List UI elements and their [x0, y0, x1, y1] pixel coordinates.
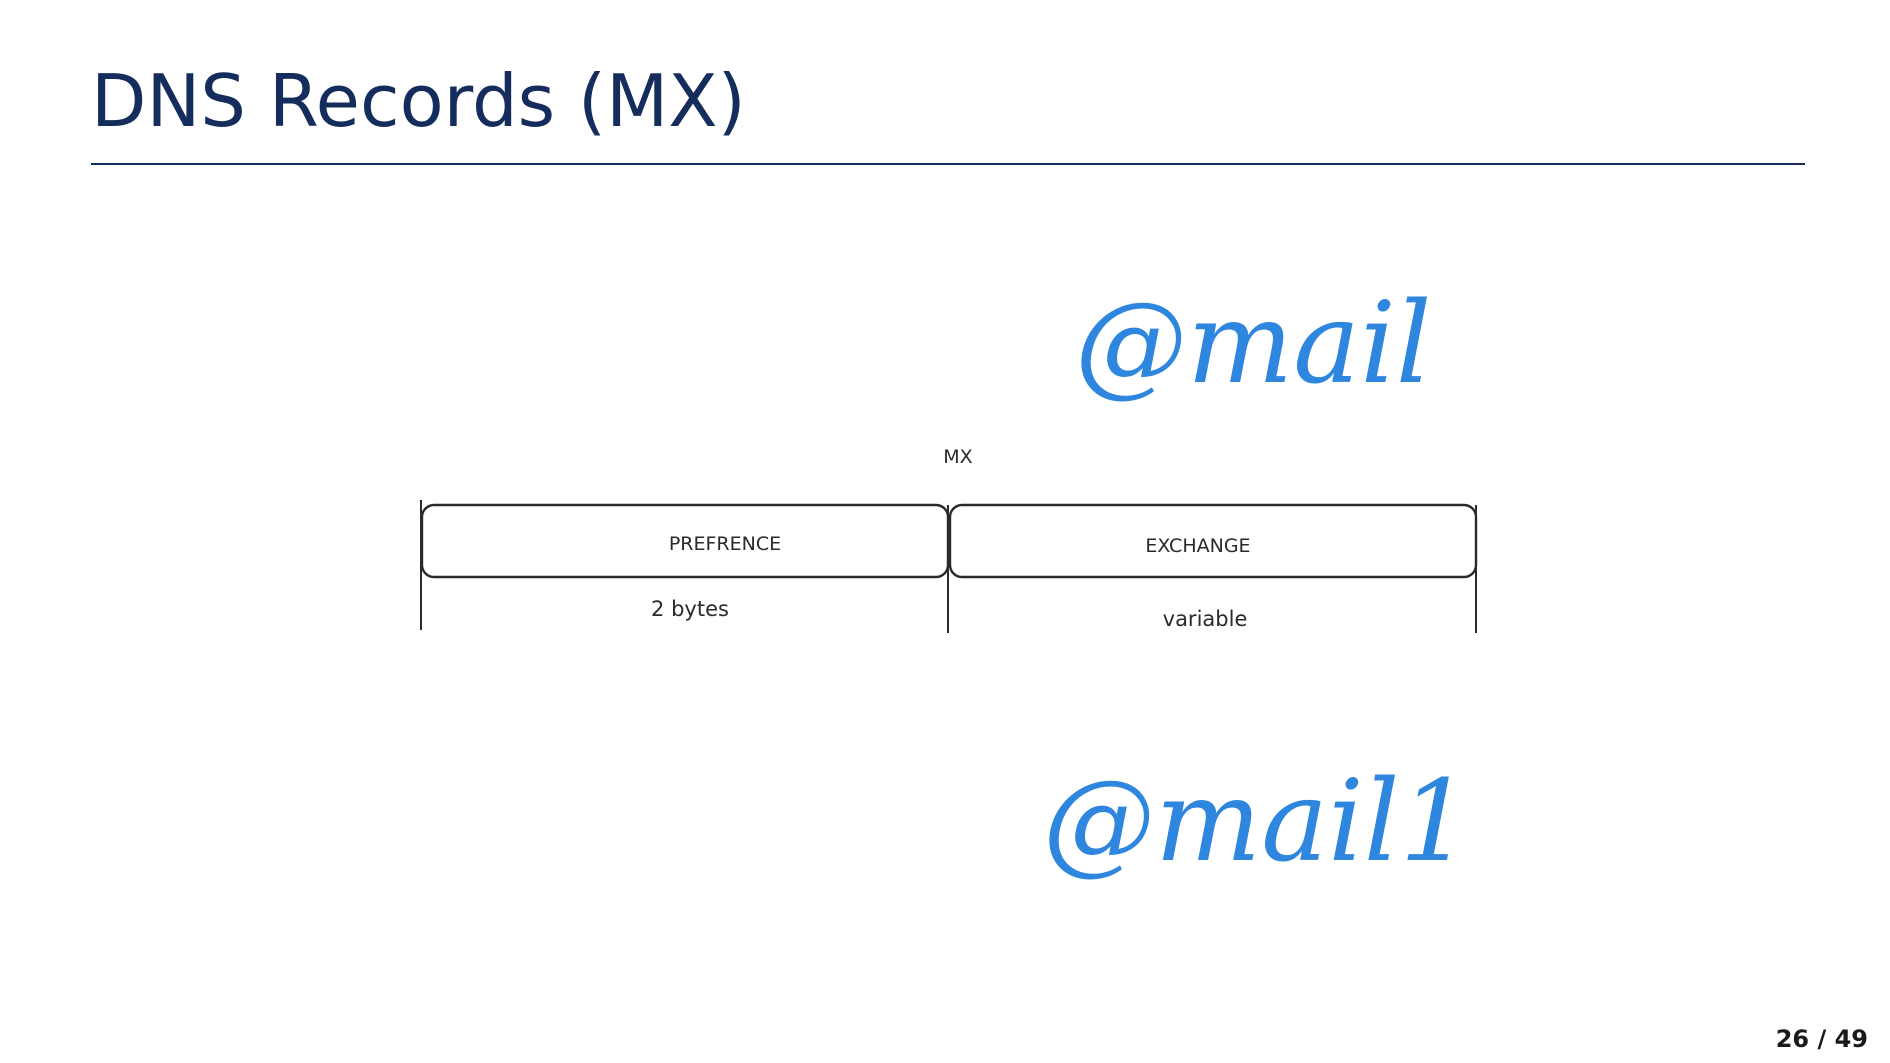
record-type-label: MX — [943, 446, 972, 468]
mx-record-diagram: @mail MX PREFRENCE EXCHANGE 2 bytes vari… — [420, 279, 1478, 887]
annotation-mail: @mail — [1075, 279, 1432, 409]
page-current: 26 — [1775, 1025, 1810, 1053]
field-size-preference: 2 bytes — [651, 597, 729, 621]
page-separator: / — [1817, 1025, 1827, 1053]
field-name-preference: PREFRENCE — [669, 533, 781, 555]
field-size-exchange: variable — [1163, 607, 1248, 631]
field-name-exchange: EXCHANGE — [1145, 535, 1250, 557]
annotation-mail1: @mail1 — [1043, 757, 1471, 887]
page-number: 26 / 49 — [1776, 1025, 1868, 1053]
slide: DNS Records (MX) @mail MX PREFRENCE EXCH… — [0, 0, 1890, 1063]
page-total: 49 — [1834, 1025, 1868, 1053]
